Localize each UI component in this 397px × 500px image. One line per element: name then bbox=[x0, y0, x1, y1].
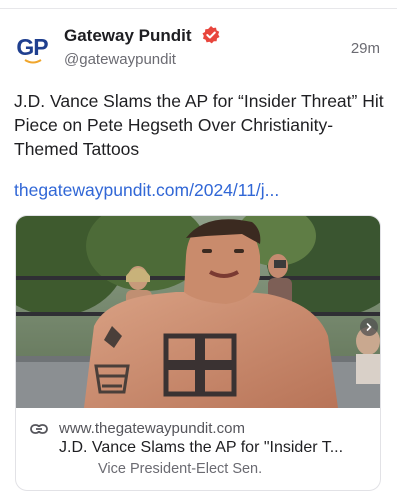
link-icon bbox=[30, 424, 48, 434]
avatar-logo-text: GP bbox=[16, 33, 48, 60]
post-link[interactable]: thegatewaypundit.com/2024/11/j... bbox=[14, 180, 279, 201]
avatar[interactable]: GP bbox=[10, 28, 54, 72]
chevron-right-icon bbox=[366, 323, 372, 331]
logo-swoosh-icon bbox=[24, 59, 42, 64]
preview-image bbox=[16, 216, 380, 408]
author-handle[interactable]: @gatewaypundit bbox=[64, 51, 176, 68]
link-preview-card[interactable]: www.thegatewaypundit.com J.D. Vance Slam… bbox=[15, 215, 381, 491]
author-name[interactable]: Gateway Pundit bbox=[64, 26, 192, 46]
card-description: Vice President-Elect Sen. bbox=[98, 461, 263, 477]
top-divider bbox=[0, 8, 397, 9]
verified-badge-icon bbox=[202, 26, 220, 44]
next-image-button[interactable] bbox=[360, 318, 378, 336]
card-domain: www.thegatewaypundit.com bbox=[59, 420, 245, 437]
post-text: J.D. Vance Slams the AP for “Insider Thr… bbox=[14, 91, 384, 159]
card-title: J.D. Vance Slams the AP for "Insider T..… bbox=[59, 439, 344, 456]
post-timestamp: 29m bbox=[350, 40, 380, 57]
